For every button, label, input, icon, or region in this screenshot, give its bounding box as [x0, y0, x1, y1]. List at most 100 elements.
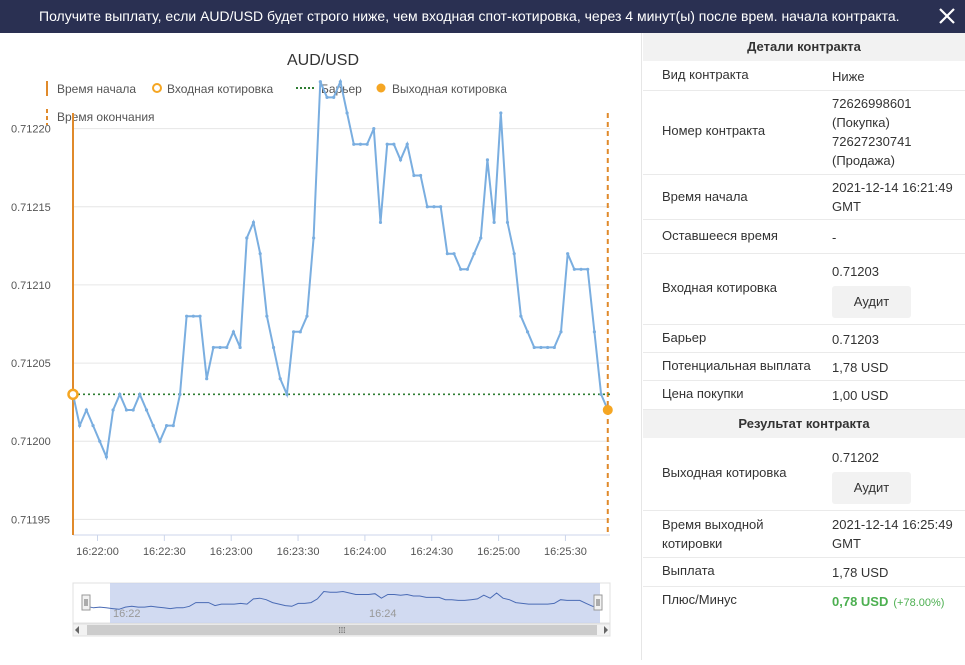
price-point [78, 423, 82, 428]
chart-navigator[interactable]: 16:22 16:24 [72, 582, 611, 624]
contract-description: Получите выплату, если AUD/USD будет стр… [39, 8, 900, 24]
price-point [298, 330, 302, 334]
sell-id: 72627230741 [832, 134, 912, 149]
contract-details-panel: Детали контракта Вид контракта Ниже Номе… [643, 33, 965, 660]
start-time-zone: GMT [832, 199, 861, 214]
contract-type-value: Ниже [832, 69, 865, 84]
navigator-selection[interactable] [110, 583, 600, 623]
entry-audit-button[interactable]: Аудит [832, 286, 911, 318]
exit-spot-marker [602, 404, 613, 415]
exit-spot-value-group: 0.71202 Аудит [832, 448, 962, 504]
price-chart: AUD/USD Время начала Входная котировка Б… [11, 52, 613, 637]
contract-result-heading: Результат контракта [643, 410, 965, 438]
price-point [118, 392, 122, 396]
price-point [559, 330, 563, 334]
remaining-time-value: - [832, 230, 837, 245]
price-point [91, 423, 95, 428]
price-point [138, 392, 142, 396]
price-point [245, 236, 249, 240]
row-payout: Выплата 1,78 USD [643, 558, 965, 587]
row-barrier: Барьер 0.71203 [643, 325, 965, 353]
x-tick-label: 16:23:00 [210, 546, 253, 558]
purchase-price-label: Цена покупки [662, 386, 744, 401]
y-axis: 0.71195 0.71200 0.71205 0.71210 0.71215 0.712… [11, 124, 51, 527]
price-point [178, 392, 182, 396]
legend-exit-spot[interactable]: Выходная котировка [376, 82, 508, 96]
price-point [291, 330, 296, 334]
y-tick-label: 0.71195 [11, 514, 50, 526]
price-point [318, 80, 322, 84]
price-point [325, 95, 329, 99]
price-point [84, 408, 88, 412]
price-point [512, 252, 516, 256]
entry-spot-label: Входная котировка [662, 280, 778, 295]
exit-time-date: 2021-12-14 16:25:49 [832, 517, 953, 532]
exit-audit-button[interactable]: Аудит [832, 472, 911, 504]
price-point [566, 252, 570, 256]
navigator-label-2: 16:24 [369, 608, 397, 620]
x-axis: 16:22:00 16:22:30 16:23:00 16:23:30 16:24:00… [76, 535, 587, 558]
price-point [265, 314, 269, 318]
price-point [218, 345, 222, 350]
y-tick-label: 0.71210 [11, 280, 51, 292]
price-point [345, 111, 349, 115]
price-point [579, 267, 583, 271]
legend-end-time[interactable]: Время окончания [46, 109, 155, 125]
exit-time-label: Время выходной котировки [662, 515, 822, 553]
price-point [519, 314, 523, 318]
profit-loss-label: Плюс/Минус [662, 592, 737, 607]
exit-spot-value: 0.71202 [832, 450, 879, 465]
price-point [599, 392, 603, 396]
contract-header-bar: Получите выплату, если AUD/USD будет стр… [0, 0, 965, 33]
price-point [432, 205, 436, 209]
exit-time-zone: GMT [832, 536, 861, 551]
price-point [198, 314, 202, 318]
legend-entry-spot[interactable]: Входная котировка [152, 82, 274, 96]
price-point [505, 220, 510, 225]
close-icon[interactable] [937, 6, 957, 26]
price-point [185, 314, 189, 318]
price-point [258, 252, 262, 256]
chart-scrollbar[interactable]: ⁞⁞⁞ [72, 623, 611, 637]
potential-payout-label: Потенциальная выплата [662, 358, 811, 373]
row-profit-loss: Плюс/Минус 0,78 USD (+78.00%) [643, 587, 965, 615]
price-point [211, 345, 215, 350]
contract-number-label: Номер контракта [662, 123, 766, 138]
price-point [164, 423, 169, 428]
y-tick-label: 0.71220 [11, 124, 51, 136]
price-point [251, 220, 256, 225]
exit-spot-label: Выходная котировка [662, 465, 787, 480]
x-tick-label: 16:22:00 [76, 546, 119, 558]
x-tick-label: 16:24:30 [410, 546, 453, 558]
price-point [312, 236, 316, 240]
price-point [225, 345, 229, 350]
legend-entry-spot-label: Входная котировка [167, 82, 274, 96]
price-point [352, 142, 356, 146]
navigator-label-1: 16:22 [113, 608, 141, 620]
price-series-line [72, 78, 609, 461]
exit-time-label-line2: котировки [662, 536, 723, 551]
navigator-handle-right[interactable] [593, 594, 603, 611]
price-point [592, 330, 597, 334]
exit-time-label-line1: Время выходной [662, 517, 764, 532]
legend-exit-spot-label: Выходная котировка [392, 82, 507, 96]
price-point [459, 267, 463, 271]
remaining-time-label: Оставшееся время [662, 228, 778, 243]
price-point [338, 80, 342, 84]
x-tick-label: 16:25:00 [477, 546, 520, 558]
price-point [465, 267, 469, 271]
legend-start-time[interactable]: Время начала [46, 81, 136, 96]
barrier-label: Барьер [662, 330, 707, 345]
payout-value: 1,78 USD [832, 565, 889, 580]
price-point [238, 345, 242, 350]
legend-barrier[interactable]: Барьер [296, 82, 362, 96]
price-point [124, 408, 129, 412]
price-point [285, 392, 289, 396]
price-point [405, 142, 409, 146]
price-point [358, 142, 363, 146]
price-point [572, 267, 576, 271]
contract-number-value: 72626998601 (Покупка) 72627230741 (Прода… [832, 94, 962, 170]
navigator-handle-left[interactable] [81, 594, 91, 611]
price-point [98, 439, 102, 443]
start-time-label: Время начала [662, 189, 748, 204]
